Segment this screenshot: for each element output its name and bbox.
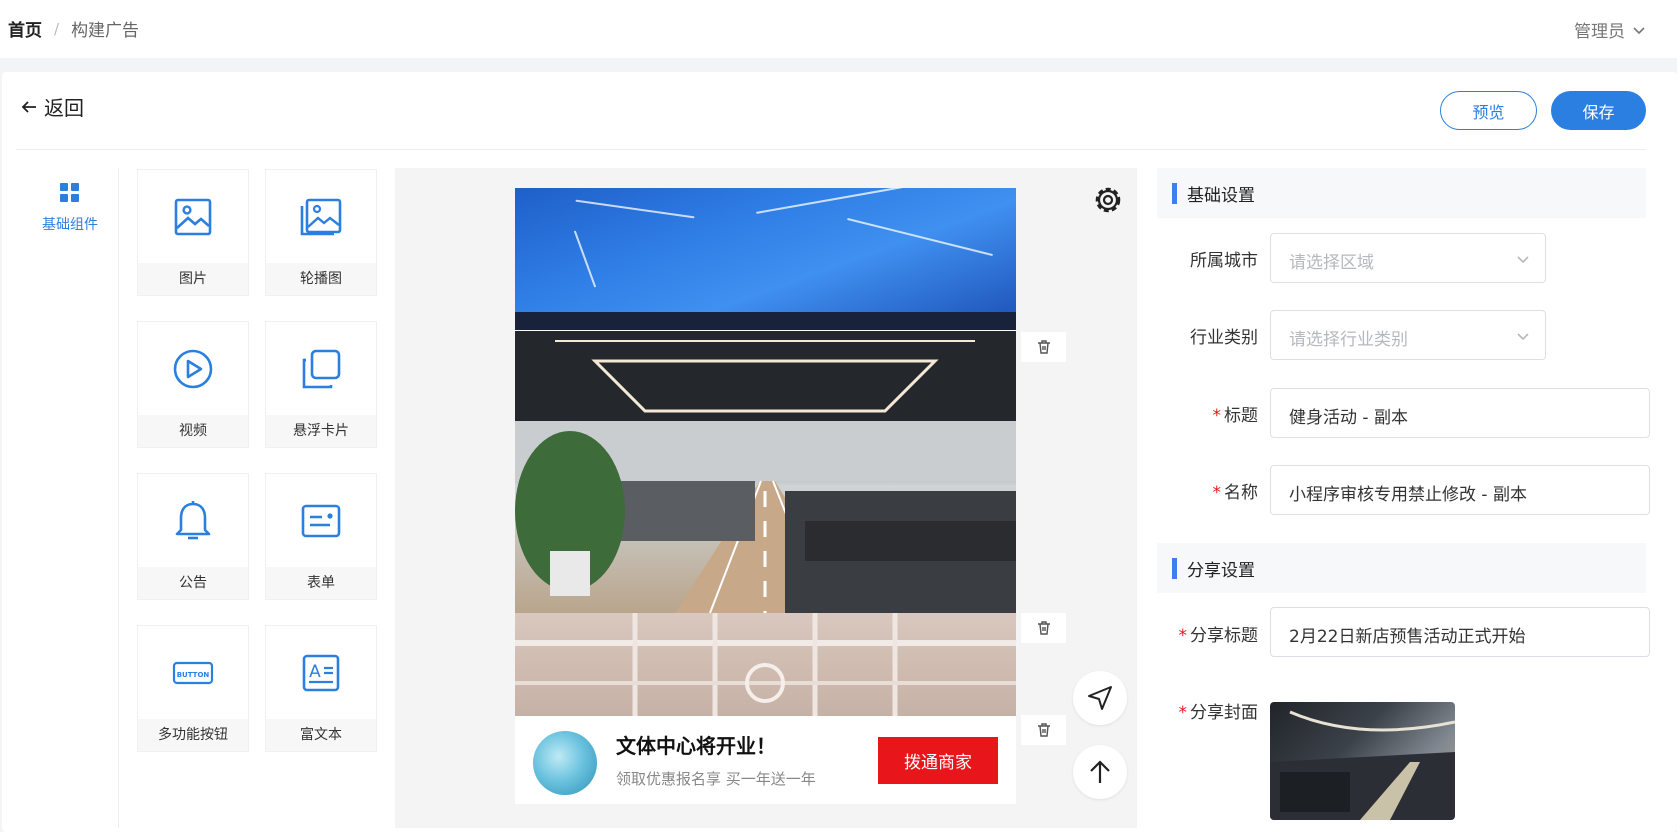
button-icon: BUTTON	[172, 661, 214, 685]
section-accent-bar	[1172, 558, 1177, 579]
component-image[interactable]: 图片	[137, 169, 249, 296]
chevron-down-icon	[1517, 256, 1529, 264]
button-icon-text: BUTTON	[177, 671, 210, 679]
trash-icon	[1037, 340, 1050, 354]
gear-icon[interactable]	[1091, 183, 1125, 217]
share-title-value: 2月22日新店预售活动正式开始	[1289, 627, 1526, 647]
component-label: 悬浮卡片	[266, 415, 376, 447]
preview-button[interactable]: 预览	[1440, 91, 1537, 130]
ad-bar[interactable]: 文体中心将开业！ 领取优惠报名享 买一年送一年 拨通商家	[515, 716, 1016, 804]
industry-placeholder: 请选择行业类别	[1289, 330, 1408, 350]
pool-image[interactable]	[515, 188, 1016, 330]
floating-card-icon	[300, 349, 341, 390]
section-title: 基础设置	[1187, 186, 1255, 206]
breadcrumb-separator: /	[54, 19, 60, 38]
component-richtext[interactable]: A 富文本	[265, 625, 377, 752]
industry-label: 行业类别	[1190, 328, 1258, 348]
component-label: 公告	[138, 567, 248, 599]
grid-icon	[60, 183, 79, 202]
title-input[interactable]: 健身活动 - 副本	[1270, 388, 1650, 438]
name-input[interactable]: 小程序审核专用禁止修改 - 副本	[1270, 465, 1650, 515]
trash-icon	[1037, 723, 1050, 737]
component-video[interactable]: 视频	[137, 321, 249, 448]
section-title: 分享设置	[1187, 561, 1255, 581]
delete-button[interactable]	[1021, 613, 1066, 643]
component-carousel[interactable]: 轮播图	[265, 169, 377, 296]
chevron-down-icon	[1517, 333, 1529, 341]
title-value: 健身活动 - 副本	[1289, 408, 1408, 428]
ad-avatar	[533, 731, 597, 795]
component-label: 视频	[138, 415, 248, 447]
component-label: 图片	[138, 263, 248, 295]
component-label: 表单	[266, 567, 376, 599]
name-label: * 名称	[1212, 483, 1259, 503]
video-icon	[173, 349, 213, 389]
arrow-up-icon	[1090, 760, 1110, 783]
ad-subtitle: 领取优惠报名享 买一年送一年	[616, 770, 816, 788]
name-value: 小程序审核专用禁止修改 - 副本	[1289, 485, 1527, 505]
form-icon	[301, 504, 341, 538]
user-menu[interactable]: 管理员	[1574, 17, 1647, 42]
component-label: 富文本	[266, 719, 376, 751]
share-cover-image[interactable]	[1270, 702, 1455, 820]
section-accent-bar	[1172, 183, 1177, 204]
category-label: 基础组件	[42, 217, 98, 233]
category-basic-components[interactable]: 基础组件	[35, 182, 105, 234]
back-button[interactable]: 返回	[20, 92, 84, 121]
carousel-icon	[300, 198, 342, 236]
call-merchant-button[interactable]: 拨通商家	[878, 737, 998, 784]
arrow-left-icon	[21, 100, 36, 113]
breadcrumb-current: 构建广告	[71, 21, 140, 41]
divider	[16, 149, 1646, 150]
share-cover-label: * 分享封面	[1178, 703, 1259, 723]
share-title-label: * 分享标题	[1178, 626, 1259, 646]
trash-icon	[1037, 621, 1050, 635]
industry-select[interactable]: 请选择行业类别	[1270, 310, 1546, 360]
navigation-arrow-icon	[1088, 686, 1112, 710]
component-notice[interactable]: 公告	[137, 473, 249, 600]
ceiling-image[interactable]	[515, 613, 1016, 721]
top-bar: 首页 / 构建广告 管理员	[0, 0, 1677, 58]
richtext-icon: A	[302, 654, 340, 692]
image-icon	[174, 198, 212, 236]
component-label: 多功能按钮	[138, 719, 248, 751]
city-placeholder: 请选择区域	[1289, 253, 1374, 273]
share-settings-header: 分享设置	[1157, 543, 1646, 593]
component-form[interactable]: 表单	[265, 473, 377, 600]
basic-settings-header: 基础设置	[1157, 168, 1646, 218]
gym-scene	[515, 331, 1016, 613]
component-floating-card[interactable]: 悬浮卡片	[265, 321, 377, 448]
back-label: 返回	[44, 96, 84, 120]
scroll-top-button[interactable]	[1073, 745, 1127, 799]
share-title-input[interactable]: 2月22日新店预售活动正式开始	[1270, 607, 1650, 657]
ad-title: 文体中心将开业！	[616, 734, 776, 758]
chevron-down-icon	[1633, 26, 1645, 34]
city-label: 所属城市	[1190, 251, 1258, 271]
breadcrumb: 首页 / 构建广告	[8, 16, 140, 42]
delete-button[interactable]	[1021, 332, 1066, 362]
phone-preview: 文体中心将开业！ 领取优惠报名享 买一年送一年 拨通商家	[515, 188, 1016, 804]
cover-scene	[1270, 710, 1455, 820]
bell-icon	[175, 501, 211, 540]
save-button[interactable]: 保存	[1551, 91, 1646, 130]
sidebar-divider	[118, 168, 119, 828]
navigate-button[interactable]	[1073, 671, 1127, 725]
title-label: * 标题	[1212, 406, 1259, 426]
delete-button[interactable]	[1021, 715, 1066, 745]
breadcrumb-home[interactable]: 首页	[8, 16, 42, 41]
component-multi-button[interactable]: BUTTON 多功能按钮	[137, 625, 249, 752]
component-label: 轮播图	[266, 263, 376, 295]
richtext-icon-text: A	[309, 662, 321, 682]
gym-image[interactable]	[515, 331, 1016, 613]
ceiling-scene	[515, 613, 1016, 721]
user-name: 管理员	[1574, 22, 1625, 42]
city-select[interactable]: 请选择区域	[1270, 233, 1546, 283]
